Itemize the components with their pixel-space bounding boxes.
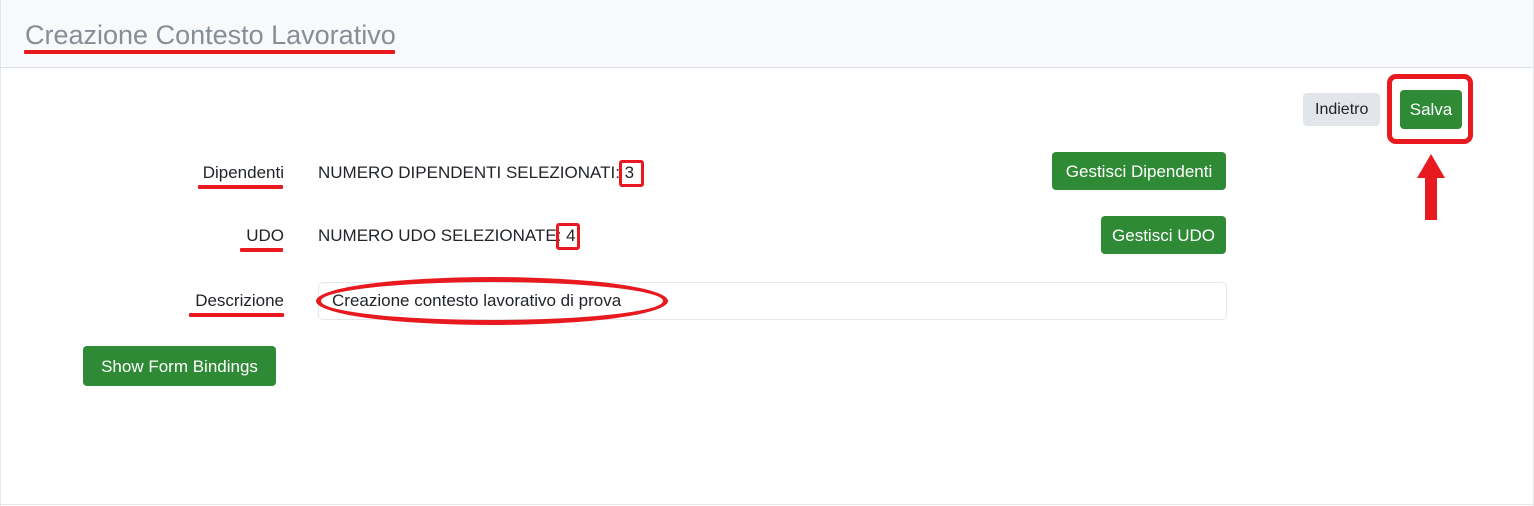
gestisci-dipendenti-button[interactable]: Gestisci Dipendenti: [1052, 152, 1226, 190]
numero-udo-text: NUMERO UDO SELEZIONATE: 4: [318, 226, 576, 245]
gestisci-udo-button[interactable]: Gestisci UDO: [1101, 216, 1226, 254]
page-card: Creazione Contesto Lavorativo Indietro S…: [0, 0, 1534, 506]
back-button[interactable]: Indietro: [1303, 93, 1381, 126]
save-button[interactable]: Salva: [1400, 90, 1462, 129]
page-title: Creazione Contesto Lavorativo: [25, 20, 396, 50]
show-form-bindings-button[interactable]: Show Form Bindings: [83, 346, 276, 386]
app-screen: Creazione Contesto Lavorativo Indietro S…: [0, 0, 1534, 506]
label-dipendenti: Dipendenti: [202, 163, 284, 182]
label-descrizione: Descrizione: [195, 291, 284, 310]
numero-dipendenti-text: NUMERO DIPENDENTI SELEZIONATI: 3: [318, 163, 635, 182]
label-udo: UDO: [246, 226, 284, 245]
descrizione-input[interactable]: [318, 282, 1227, 320]
card-header: Creazione Contesto Lavorativo: [1, 0, 1533, 68]
